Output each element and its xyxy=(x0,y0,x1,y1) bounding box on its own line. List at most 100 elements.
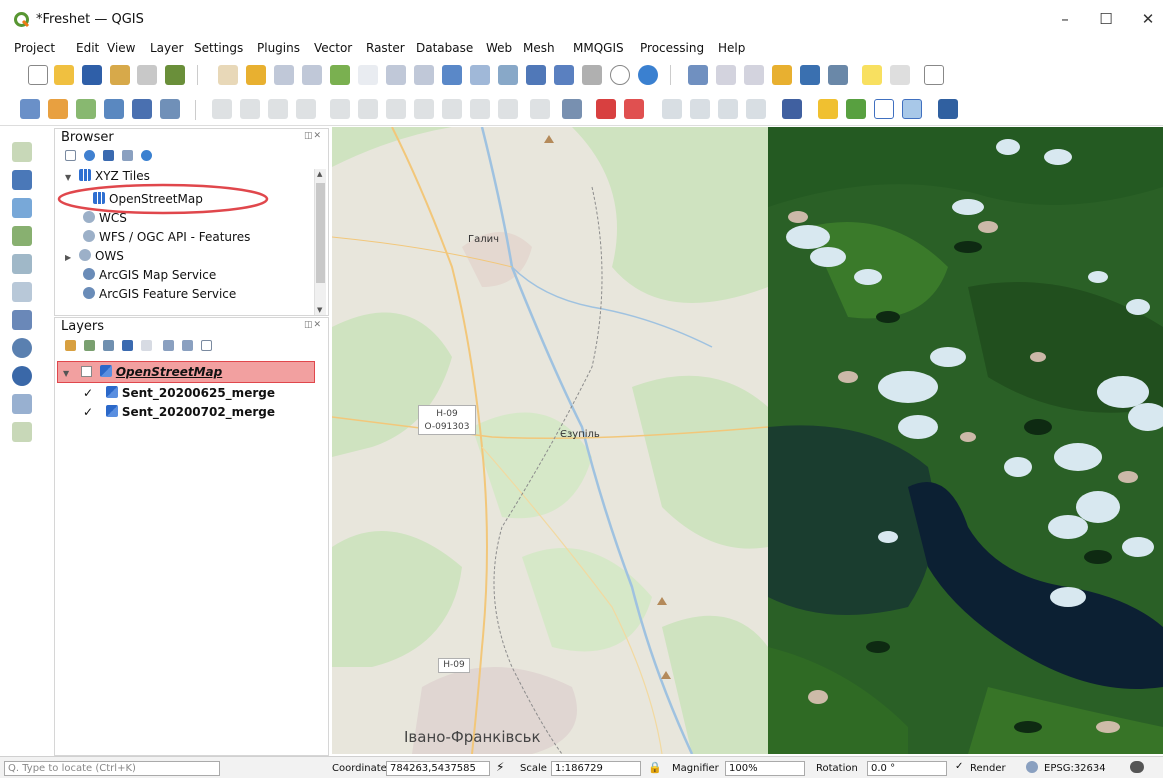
crs-globe-icon[interactable] xyxy=(1026,761,1038,773)
browser-scrollbar[interactable]: ▲ ▼ xyxy=(314,169,326,315)
label-toolbar-icon[interactable] xyxy=(530,99,550,119)
filter-legend-icon[interactable] xyxy=(122,340,133,351)
menu-database[interactable]: Database xyxy=(416,41,473,55)
layer-openstreetmap[interactable]: ▼ OpenStreetMap xyxy=(63,365,222,379)
zoom-native-icon[interactable] xyxy=(414,65,434,85)
add-mesh-layer-icon[interactable] xyxy=(132,99,152,119)
pan-to-selection-icon[interactable] xyxy=(246,65,266,85)
text-annotation-icon[interactable] xyxy=(924,65,944,85)
refresh-icon[interactable] xyxy=(638,65,658,85)
new-3d-view-icon[interactable] xyxy=(526,65,546,85)
menu-web[interactable]: Web xyxy=(486,41,512,55)
save-edits-icon[interactable] xyxy=(240,99,260,119)
tree-item-ows[interactable]: ▶ OWS xyxy=(65,249,124,263)
change-label-icon[interactable] xyxy=(718,99,738,119)
zoom-in-icon[interactable] xyxy=(274,65,294,85)
menu-plugins[interactable]: Plugins xyxy=(257,41,300,55)
redo-icon[interactable] xyxy=(498,99,518,119)
add-vector-layer-icon[interactable] xyxy=(76,99,96,119)
add-vector-icon[interactable] xyxy=(12,142,32,162)
open-attribute-table-icon[interactable] xyxy=(716,65,736,85)
open-layer-styling-icon[interactable] xyxy=(65,340,76,351)
layer-visibility-checkbox[interactable]: ✓ xyxy=(83,386,94,400)
edit-pencil-icon[interactable] xyxy=(212,99,232,119)
zoom-next-icon[interactable] xyxy=(470,65,490,85)
remove-layer-icon[interactable] xyxy=(201,340,212,351)
extents-toggle-icon[interactable]: ⚡ xyxy=(496,760,504,774)
bookmark-icon[interactable] xyxy=(554,65,574,85)
zoom-selection-icon[interactable] xyxy=(358,65,378,85)
properties-icon[interactable] xyxy=(141,150,152,161)
data-source-manager-icon[interactable] xyxy=(20,99,40,119)
tree-item-arcgis-feature-service[interactable]: ArcGIS Feature Service xyxy=(83,287,236,301)
rotate-label-icon[interactable] xyxy=(690,99,710,119)
menu-settings[interactable]: Settings xyxy=(194,41,243,55)
copy-features-icon[interactable] xyxy=(414,99,434,119)
settings-gear-icon[interactable] xyxy=(772,65,792,85)
menu-mmqgis[interactable]: MMQGIS xyxy=(573,41,624,55)
new-map-view-icon[interactable] xyxy=(498,65,518,85)
add-point-cloud-icon[interactable] xyxy=(12,422,32,442)
rotation-spinbox[interactable]: 0.0 ° xyxy=(867,761,947,776)
menu-mesh[interactable]: Mesh xyxy=(523,41,555,55)
layout-manager-icon[interactable] xyxy=(137,65,157,85)
expand-all-icon[interactable] xyxy=(163,340,174,351)
layer-sent-20200702[interactable]: ✓ Sent_20200702_merge xyxy=(83,405,275,419)
tree-item-wfs[interactable]: WFS / OGC API - Features xyxy=(83,230,250,244)
scroll-up-icon[interactable]: ▲ xyxy=(317,170,322,178)
menu-processing[interactable]: Processing xyxy=(640,41,704,55)
add-selected-icon[interactable] xyxy=(65,150,76,161)
lock-scale-icon[interactable]: 🔒 xyxy=(648,761,662,774)
pan-icon[interactable] xyxy=(218,65,238,85)
scroll-down-icon[interactable]: ▼ xyxy=(317,306,322,314)
modify-attributes-icon[interactable] xyxy=(330,99,350,119)
profile-tool-icon[interactable] xyxy=(846,99,866,119)
crs-button[interactable]: EPSG:32634 xyxy=(1044,763,1106,774)
minimize-button[interactable]: – xyxy=(1052,8,1078,30)
messages-icon[interactable] xyxy=(1130,761,1144,773)
zoom-layer-icon[interactable] xyxy=(386,65,406,85)
sum-icon[interactable] xyxy=(800,65,820,85)
paste-features-icon[interactable] xyxy=(442,99,462,119)
filter-icon[interactable] xyxy=(103,150,114,161)
menu-view[interactable]: View xyxy=(107,41,135,55)
add-raster-icon[interactable] xyxy=(12,170,32,190)
map-canvas-osm[interactable]: Галич H-09 O-091303 Єзупіль H-09 Івано-Ф… xyxy=(332,127,768,754)
zoom-out-icon[interactable] xyxy=(302,65,322,85)
tree-item-arcgis-map-service[interactable]: ArcGIS Map Service xyxy=(83,268,216,282)
open-project-icon[interactable] xyxy=(54,65,74,85)
add-group-icon[interactable] xyxy=(84,340,95,351)
panel-float-close-icon[interactable]: ◫✕ xyxy=(304,320,324,332)
scrollbar-thumb[interactable] xyxy=(316,183,325,283)
menu-raster[interactable]: Raster xyxy=(366,41,405,55)
field-calculator-icon[interactable] xyxy=(744,65,764,85)
add-spatialite-icon[interactable] xyxy=(12,254,32,274)
close-button[interactable]: ✕ xyxy=(1135,8,1161,30)
collapse-all-icon[interactable] xyxy=(182,340,193,351)
manage-map-themes-icon[interactable] xyxy=(103,340,114,351)
new-layer-icon[interactable] xyxy=(48,99,68,119)
add-feature-icon[interactable] xyxy=(268,99,288,119)
help-contents-icon[interactable] xyxy=(938,99,958,119)
new-print-layout-icon[interactable] xyxy=(110,65,130,85)
layer-sent-20200625[interactable]: ✓ Sent_20200625_merge xyxy=(83,386,275,400)
magnifier-spinbox[interactable]: 100% xyxy=(725,761,805,776)
move-label-icon[interactable] xyxy=(662,99,682,119)
delete-selected-icon[interactable] xyxy=(358,99,378,119)
python-console-icon[interactable] xyxy=(818,99,838,119)
coordinate-field[interactable]: 784263,5437585 xyxy=(386,761,490,776)
zoom-last-icon[interactable] xyxy=(442,65,462,85)
search-icon[interactable] xyxy=(890,65,910,85)
zoom-full-icon[interactable] xyxy=(330,65,350,85)
measure-icon[interactable] xyxy=(828,65,848,85)
panel-float-close-icon[interactable]: ◫✕ xyxy=(304,131,324,143)
maximize-button[interactable]: ☐ xyxy=(1093,8,1119,30)
cut-features-icon[interactable] xyxy=(386,99,406,119)
render-checkbox[interactable]: ✓ xyxy=(955,761,963,772)
menu-layer[interactable]: Layer xyxy=(150,41,183,55)
add-raster-layer-icon[interactable] xyxy=(104,99,124,119)
add-wfs-icon[interactable] xyxy=(12,338,32,358)
add-arcgis-icon[interactable] xyxy=(12,366,32,386)
menu-vector[interactable]: Vector xyxy=(314,41,352,55)
save-project-icon[interactable] xyxy=(82,65,102,85)
